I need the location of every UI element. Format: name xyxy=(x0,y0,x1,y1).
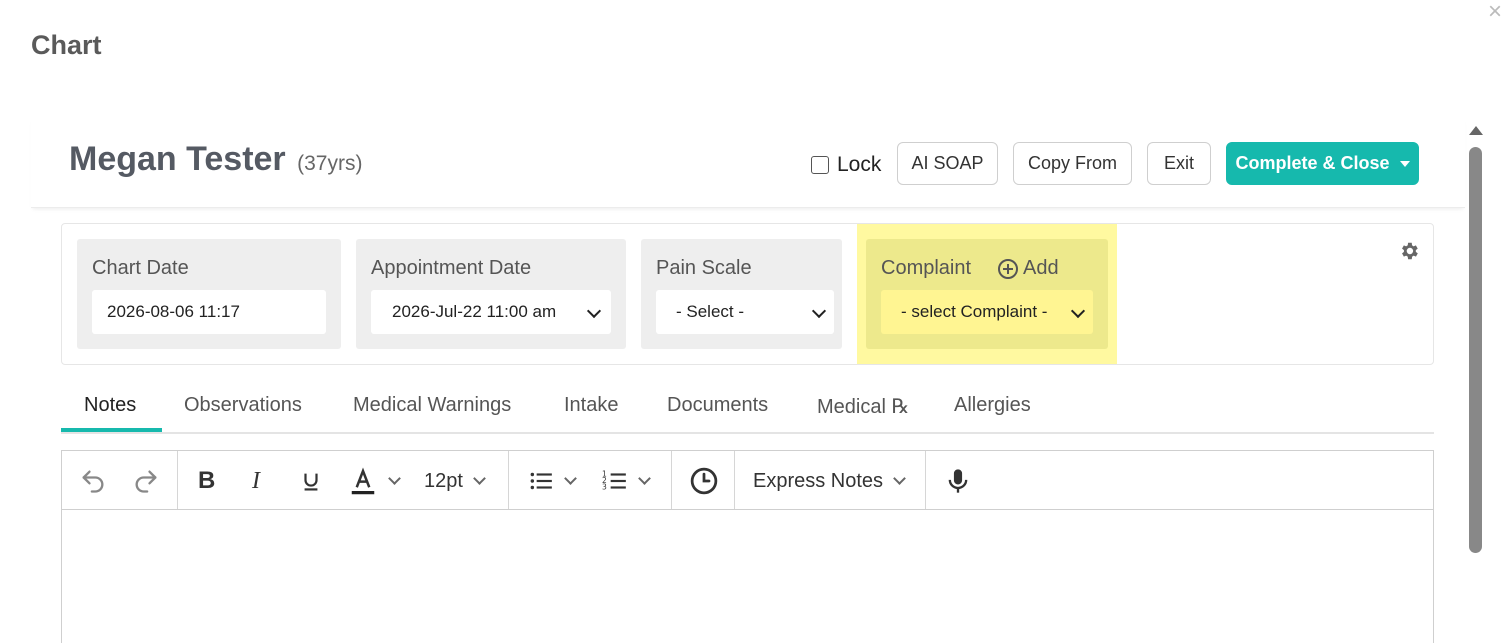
close-icon[interactable]: × xyxy=(1488,0,1502,24)
gear-icon[interactable] xyxy=(1398,240,1420,262)
plus-circle-icon xyxy=(998,258,1018,279)
font-size-select[interactable]: 12pt xyxy=(424,465,486,497)
chart-fields-panel: Chart Date 2026-08-06 11:17 Appointment … xyxy=(61,223,1434,365)
appointment-date-group: Appointment Date 2026-Jul-22 11:00 am xyxy=(356,239,626,349)
chevron-down-icon xyxy=(811,303,827,319)
microphone-icon[interactable] xyxy=(944,465,972,497)
patient-name-block: Megan Tester (37yrs) xyxy=(69,140,362,179)
chevron-down-icon xyxy=(586,303,602,319)
appointment-date-label: Appointment Date xyxy=(371,257,532,279)
complaint-group: Complaint Add - select Complaint - xyxy=(866,239,1108,349)
scroll-thumb[interactable] xyxy=(1469,147,1482,553)
tab-notes[interactable]: Notes xyxy=(84,394,136,417)
pain-scale-value: - Select - xyxy=(676,302,745,321)
undo-icon[interactable] xyxy=(79,465,107,497)
chevron-down-icon xyxy=(473,471,486,485)
exit-button[interactable]: Exit xyxy=(1147,142,1211,185)
editor-body[interactable] xyxy=(62,510,1433,643)
toolbar-divider xyxy=(925,451,926,509)
pain-scale-group: Pain Scale - Select - xyxy=(641,239,842,349)
notes-editor: B I 12pt 1 2 3 Express Notes xyxy=(61,450,1434,643)
complaint-value: - select Complaint - xyxy=(901,302,1048,321)
add-complaint-button[interactable]: Add xyxy=(998,257,1059,280)
complaint-select[interactable]: - select Complaint - xyxy=(881,290,1093,334)
add-complaint-label: Add xyxy=(1023,257,1059,279)
vertical-scrollbar[interactable] xyxy=(1466,122,1486,643)
redo-icon[interactable] xyxy=(132,465,160,497)
ai-soap-button[interactable]: AI SOAP xyxy=(897,142,998,185)
chart-date-group: Chart Date 2026-08-06 11:17 xyxy=(77,239,341,349)
tab-medical-warnings[interactable]: Medical Warnings xyxy=(353,394,511,417)
toolbar-divider xyxy=(671,451,672,509)
chart-tabs: Notes Observations Medical Warnings Inta… xyxy=(61,380,1434,434)
toolbar-divider xyxy=(734,451,735,509)
chevron-down-icon xyxy=(564,471,577,485)
tab-observations[interactable]: Observations xyxy=(184,394,302,417)
lock-label: Lock xyxy=(837,153,882,176)
appointment-date-select[interactable]: 2026-Jul-22 11:00 am xyxy=(371,290,611,334)
underline-icon[interactable] xyxy=(300,465,322,497)
express-notes-select[interactable]: Express Notes xyxy=(753,465,906,497)
font-size-value: 12pt xyxy=(424,469,463,492)
patient-age: (37yrs) xyxy=(297,152,363,175)
complete-close-button[interactable]: Complete & Close xyxy=(1226,142,1419,185)
toolbar-divider xyxy=(177,451,178,509)
pain-scale-label: Pain Scale xyxy=(656,257,752,279)
bullet-list-icon xyxy=(530,472,552,490)
copy-from-button[interactable]: Copy From xyxy=(1013,142,1132,185)
chart-date-label: Chart Date xyxy=(92,257,189,279)
chart-header: Megan Tester (37yrs) Lock AI SOAP Copy F… xyxy=(31,118,1465,208)
tab-allergies[interactable]: Allergies xyxy=(954,394,1031,417)
lock-toggle[interactable]: Lock xyxy=(811,153,881,177)
appointment-date-value: 2026-Jul-22 11:00 am xyxy=(392,302,557,321)
patient-name: Megan Tester xyxy=(69,140,286,178)
modal-title: Chart xyxy=(31,30,102,60)
pain-scale-select[interactable]: - Select - xyxy=(656,290,834,334)
active-tab-indicator xyxy=(61,428,162,432)
chevron-down-icon xyxy=(1070,303,1086,319)
chevron-down-icon xyxy=(893,471,906,485)
editor-toolbar: B I 12pt 1 2 3 Express Notes xyxy=(62,451,1433,510)
lock-checkbox[interactable] xyxy=(811,156,829,174)
chevron-down-icon xyxy=(638,471,651,485)
text-color-control[interactable] xyxy=(348,465,401,497)
complete-close-label: Complete & Close xyxy=(1235,153,1390,173)
toolbar-divider xyxy=(508,451,509,509)
bullet-list-control[interactable] xyxy=(528,465,577,497)
text-color-icon xyxy=(351,467,375,495)
tab-intake[interactable]: Intake xyxy=(564,394,618,417)
caret-down-icon xyxy=(1399,160,1410,167)
complaint-label: Complaint xyxy=(881,257,972,279)
tab-documents[interactable]: Documents xyxy=(667,394,768,417)
scroll-up-icon[interactable] xyxy=(1469,126,1483,135)
chevron-down-icon xyxy=(388,471,401,485)
numbered-list-icon: 1 2 3 xyxy=(602,470,626,492)
tab-medical-rx[interactable]: Medical ℞ xyxy=(817,394,909,419)
express-notes-label: Express Notes xyxy=(753,469,884,492)
svg-text:3: 3 xyxy=(602,483,607,492)
numbered-list-control[interactable]: 1 2 3 xyxy=(602,465,651,497)
clock-icon[interactable] xyxy=(689,465,719,497)
bold-icon[interactable]: B xyxy=(198,465,215,497)
chart-date-input[interactable]: 2026-08-06 11:17 xyxy=(92,290,326,334)
italic-icon[interactable]: I xyxy=(252,465,260,497)
